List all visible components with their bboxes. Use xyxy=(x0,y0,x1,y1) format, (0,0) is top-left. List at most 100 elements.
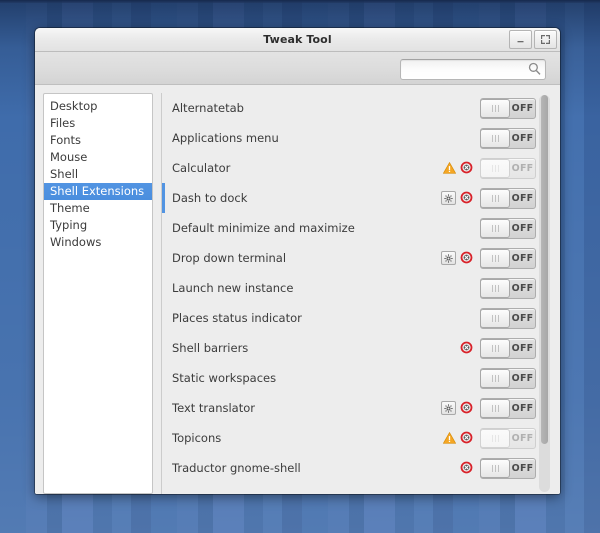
vertical-scrollbar[interactable] xyxy=(539,95,550,492)
toggle-state-label: OFF xyxy=(511,222,534,234)
sidebar-item-desktop[interactable]: Desktop xyxy=(44,98,152,115)
extension-name: Places status indicator xyxy=(172,311,302,325)
extension-name: Text translator xyxy=(172,401,255,415)
warning-icon[interactable] xyxy=(442,429,457,448)
toggle-state-label: OFF xyxy=(511,372,534,384)
warning-icon[interactable] xyxy=(442,159,457,178)
toggle-state-label: OFF xyxy=(511,252,534,264)
extension-row-icons xyxy=(441,189,473,208)
toggle-handle[interactable] xyxy=(480,458,510,478)
extension-toggle[interactable]: OFF xyxy=(480,307,536,329)
extension-toggle: OFF xyxy=(480,157,536,179)
extension-row-icons xyxy=(442,429,473,448)
extension-row-icons xyxy=(441,249,473,268)
extension-name: Shell barriers xyxy=(172,341,249,355)
extension-toggle[interactable]: OFF xyxy=(480,97,536,119)
sidebar-item-shell[interactable]: Shell xyxy=(44,166,152,183)
remove-icon[interactable] xyxy=(460,459,473,478)
prefs-gear-icon[interactable] xyxy=(441,401,456,415)
search-input[interactable] xyxy=(400,58,546,80)
extension-toggle[interactable]: OFF xyxy=(480,247,536,269)
toggle-handle[interactable] xyxy=(480,248,510,268)
category-sidebar[interactable]: Desktop Files Fonts Mouse Shell Shell Extensi… xyxy=(43,93,153,494)
toggle-handle[interactable] xyxy=(480,278,510,298)
window-body: Desktop Files Fonts Mouse Shell Shell Extensi… xyxy=(35,85,560,494)
sidebar-item-label: Theme xyxy=(50,201,90,215)
toggle-handle[interactable] xyxy=(480,128,510,148)
extension-row-icons xyxy=(442,159,473,178)
window-controls xyxy=(509,30,557,49)
extension-toggle[interactable]: OFF xyxy=(480,457,536,479)
extension-row[interactable]: Applications menu OFF xyxy=(162,123,536,153)
toggle-handle[interactable] xyxy=(480,398,510,418)
extensions-list-panel: Alternatetab OFF Applications menu OFF Calcu… xyxy=(161,93,552,494)
sidebar-item-typing[interactable]: Typing xyxy=(44,217,152,234)
toggle-handle[interactable] xyxy=(480,428,510,448)
extension-toggle[interactable]: OFF xyxy=(480,187,536,209)
extension-row[interactable]: Dash to dock OFF xyxy=(162,183,536,213)
extension-toggle[interactable]: OFF xyxy=(480,367,536,389)
prefs-gear-icon[interactable] xyxy=(441,251,456,265)
scrollbar-thumb[interactable] xyxy=(541,95,548,445)
toggle-state-label: OFF xyxy=(511,282,534,294)
toggle-handle[interactable] xyxy=(480,188,510,208)
sidebar-item-label: Mouse xyxy=(50,150,88,164)
extension-toggle: OFF xyxy=(480,427,536,449)
toggle-state-label: OFF xyxy=(511,162,534,174)
extension-toggle[interactable]: OFF xyxy=(480,397,536,419)
search-icon[interactable] xyxy=(528,61,541,80)
remove-icon[interactable] xyxy=(460,249,473,268)
sidebar-item-windows[interactable]: Windows xyxy=(44,234,152,251)
sidebar-item-label: Fonts xyxy=(50,133,82,147)
remove-icon[interactable] xyxy=(460,189,473,208)
toggle-handle[interactable] xyxy=(480,218,510,238)
extension-toggle[interactable]: OFF xyxy=(480,217,536,239)
minimize-button[interactable] xyxy=(509,30,532,49)
sidebar-item-theme[interactable]: Theme xyxy=(44,200,152,217)
toggle-handle[interactable] xyxy=(480,98,510,118)
extension-row[interactable]: Static workspaces OFF xyxy=(162,363,536,393)
sidebar-item-mouse[interactable]: Mouse xyxy=(44,149,152,166)
maximize-button[interactable] xyxy=(534,30,557,49)
extension-row[interactable]: Shell barriers OFF xyxy=(162,333,536,363)
extension-row[interactable]: Drop down terminal OFF xyxy=(162,243,536,273)
search-container xyxy=(400,58,546,80)
sidebar-item-shell-extensions[interactable]: Shell Extensions xyxy=(44,183,152,200)
extension-row[interactable]: Default minimize and maximize OFF xyxy=(162,213,536,243)
remove-icon[interactable] xyxy=(460,429,473,448)
toggle-state-label: OFF xyxy=(511,132,534,144)
toggle-state-label: OFF xyxy=(511,192,534,204)
sidebar-item-label: Files xyxy=(50,116,76,130)
extension-row[interactable]: Text translator OFF xyxy=(162,393,536,423)
toggle-handle[interactable] xyxy=(480,338,510,358)
window-titlebar[interactable]: Tweak Tool xyxy=(35,28,560,52)
sidebar-item-label: Shell Extensions xyxy=(50,184,145,198)
remove-icon[interactable] xyxy=(460,159,473,178)
extension-row[interactable]: Traductor gnome-shell OFF xyxy=(162,453,536,483)
extension-row[interactable]: Launch new instance OFF xyxy=(162,273,536,303)
toggle-handle[interactable] xyxy=(480,368,510,388)
toggle-handle[interactable] xyxy=(480,308,510,328)
tweak-tool-window: Tweak Tool Desktop Files Fonts Mouse She… xyxy=(35,28,560,494)
extension-toggle[interactable]: OFF xyxy=(480,127,536,149)
prefs-gear-icon[interactable] xyxy=(441,191,456,205)
toggle-handle[interactable] xyxy=(480,158,510,178)
sidebar-item-fonts[interactable]: Fonts xyxy=(44,132,152,149)
toggle-state-label: OFF xyxy=(511,462,534,474)
sidebar-item-files[interactable]: Files xyxy=(44,115,152,132)
sidebar-item-label: Typing xyxy=(50,218,88,232)
extension-name: Calculator xyxy=(172,161,231,175)
extension-toggle[interactable]: OFF xyxy=(480,277,536,299)
extension-row[interactable]: Places status indicator OFF xyxy=(162,303,536,333)
remove-icon[interactable] xyxy=(460,339,473,358)
extension-name: Default minimize and maximize xyxy=(172,221,355,235)
toggle-state-label: OFF xyxy=(511,312,534,324)
extensions-list[interactable]: Alternatetab OFF Applications menu OFF Calcu… xyxy=(162,93,552,494)
toggle-state-label: OFF xyxy=(511,102,534,114)
remove-icon[interactable] xyxy=(460,399,473,418)
extension-toggle[interactable]: OFF xyxy=(480,337,536,359)
extension-row[interactable]: Calculator OFF xyxy=(162,153,536,183)
extension-row[interactable]: Topicons OFF xyxy=(162,423,536,453)
window-title: Tweak Tool xyxy=(263,33,332,46)
extension-row[interactable]: Alternatetab OFF xyxy=(162,93,536,123)
